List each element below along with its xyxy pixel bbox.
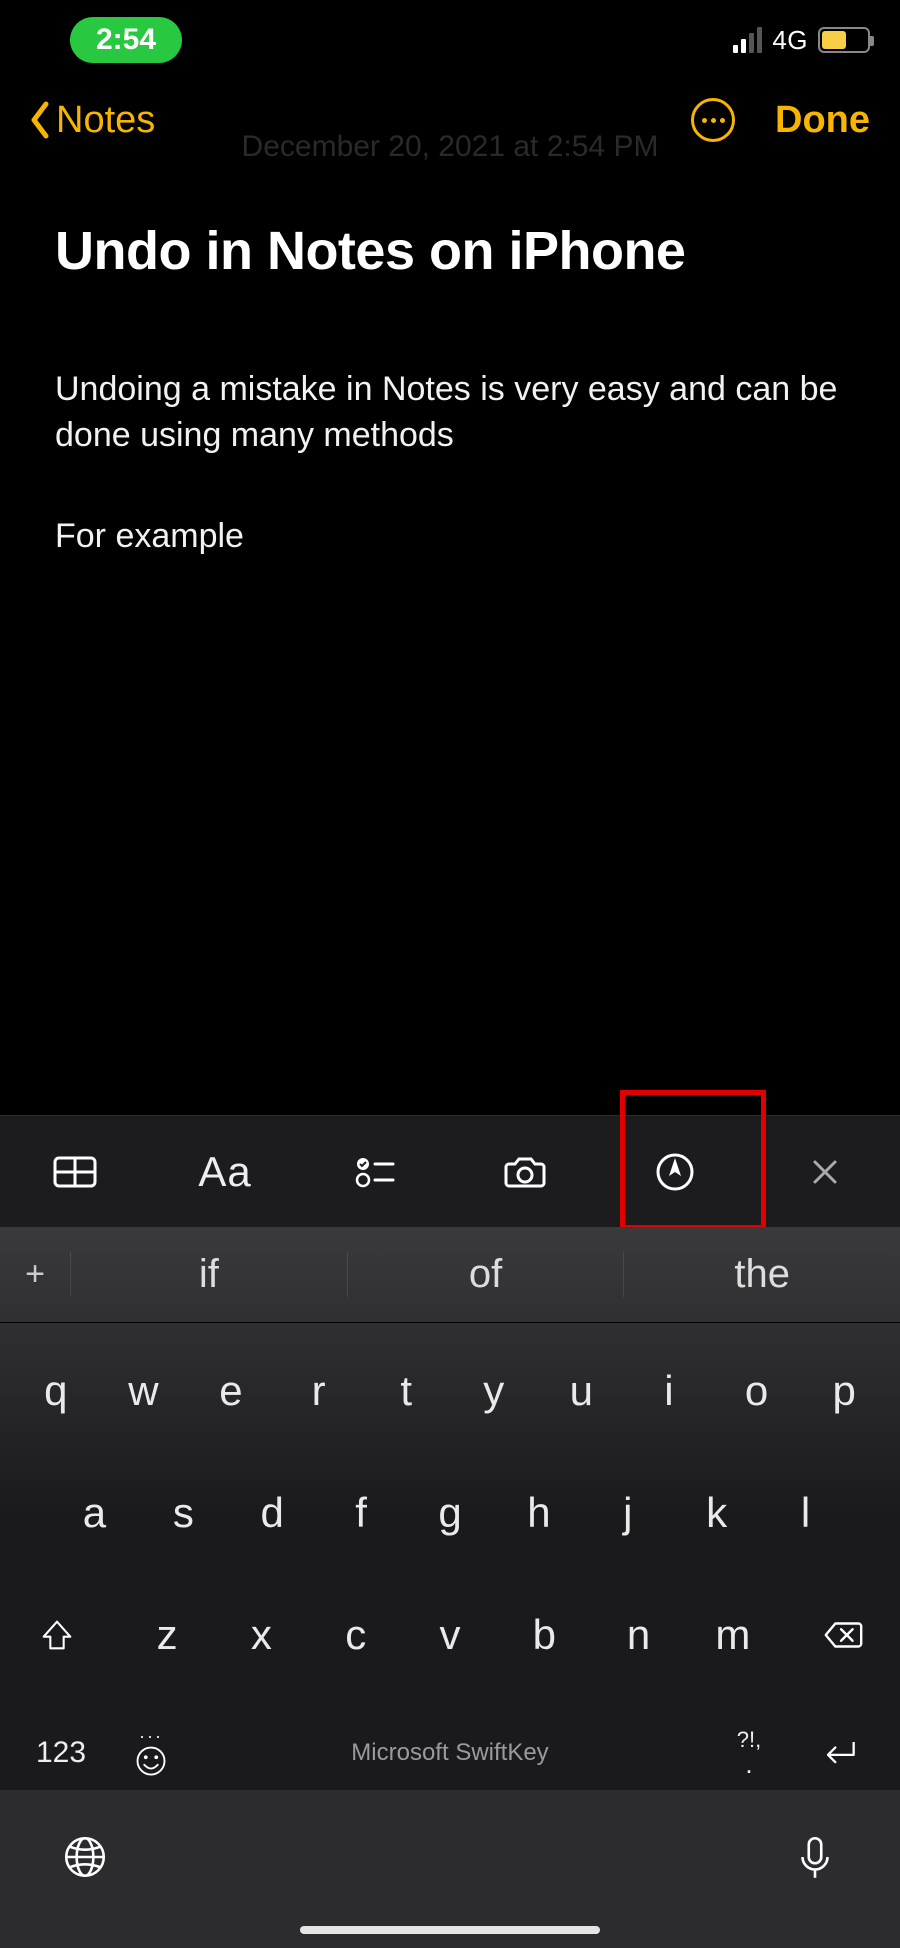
key-l[interactable]: l (761, 1463, 850, 1563)
keyboard: + if of the q w e r t y u i o p a s d (0, 1227, 900, 1948)
key-v[interactable]: v (403, 1585, 497, 1685)
key-h[interactable]: h (494, 1463, 583, 1563)
key-g[interactable]: g (406, 1463, 495, 1563)
chevron-left-icon (30, 100, 50, 140)
more-options-button[interactable] (691, 98, 735, 142)
key-q[interactable]: q (12, 1341, 100, 1441)
back-button[interactable]: Notes (30, 99, 155, 142)
suggestion-plus-button[interactable]: + (0, 1255, 70, 1294)
numbers-key[interactable]: 123 (16, 1736, 106, 1770)
backspace-icon (820, 1612, 866, 1658)
text-style-label: Aa (198, 1148, 251, 1196)
key-d[interactable]: d (228, 1463, 317, 1563)
microphone-icon (790, 1832, 840, 1882)
key-s[interactable]: s (139, 1463, 228, 1563)
time-pill[interactable]: 2:54 (70, 17, 182, 63)
close-toolbar-button[interactable] (750, 1116, 900, 1227)
key-row-1: q w e r t y u i o p (6, 1341, 894, 1441)
close-icon (801, 1148, 849, 1196)
note-paragraph-2[interactable]: For example (55, 514, 845, 560)
suggestion-3[interactable]: the (623, 1252, 900, 1297)
dictation-key[interactable] (790, 1832, 840, 1887)
key-c[interactable]: c (309, 1585, 403, 1685)
key-t[interactable]: t (362, 1341, 450, 1441)
note-editor[interactable]: Undo in Notes on iPhone Undoing a mistak… (0, 160, 900, 560)
battery-icon (818, 27, 870, 53)
shift-icon (37, 1615, 77, 1655)
key-row-2: a s d f g h j k l (6, 1463, 894, 1563)
text-style-button[interactable]: Aa (150, 1116, 300, 1227)
key-k[interactable]: k (672, 1463, 761, 1563)
table-button[interactable] (0, 1116, 150, 1227)
checklist-button[interactable] (300, 1116, 450, 1227)
key-row-3: z x c v b n m (6, 1585, 894, 1685)
note-title[interactable]: Undo in Notes on iPhone (55, 220, 845, 282)
note-datetime: December 20, 2021 at 2:54 PM (242, 130, 659, 164)
keyboard-brand-label[interactable]: Microsoft SwiftKey (196, 1739, 704, 1767)
suggestion-bar: + if of the (0, 1227, 900, 1323)
punctuation-key[interactable]: ?!, . (704, 1729, 794, 1777)
key-p[interactable]: p (800, 1341, 888, 1441)
table-icon (51, 1148, 99, 1196)
markup-button[interactable] (600, 1116, 750, 1227)
markup-pen-icon (651, 1148, 699, 1196)
key-u[interactable]: u (538, 1341, 626, 1441)
ellipsis-icon: ··· (139, 1727, 163, 1741)
key-i[interactable]: i (625, 1341, 713, 1441)
key-b[interactable]: b (497, 1585, 591, 1685)
done-button[interactable]: Done (775, 99, 870, 142)
checklist-icon (351, 1148, 399, 1196)
network-type-label: 4G (772, 25, 808, 56)
back-label: Notes (56, 99, 155, 142)
punct-symbols: ?!, (737, 1729, 761, 1751)
note-paragraph-1[interactable]: Undoing a mistake in Notes is very easy … (55, 367, 845, 459)
camera-icon (501, 1148, 549, 1196)
key-m[interactable]: m (686, 1585, 780, 1685)
emoji-key[interactable]: ··· (106, 1727, 196, 1779)
home-indicator[interactable] (300, 1926, 600, 1934)
key-w[interactable]: w (100, 1341, 188, 1441)
key-e[interactable]: e (187, 1341, 275, 1441)
cellular-signal-icon (733, 27, 762, 53)
keyboard-bottom-bar (0, 1790, 900, 1948)
note-toolbar: Aa (0, 1115, 900, 1227)
key-a[interactable]: a (50, 1463, 139, 1563)
punct-dot: . (745, 1751, 752, 1777)
globe-key[interactable] (60, 1832, 110, 1887)
suggestion-2[interactable]: of (347, 1252, 624, 1297)
navigation-bar: Notes December 20, 2021 at 2:54 PM Done (0, 80, 900, 160)
key-row-bottom: 123 ··· Microsoft SwiftKey ?!, . (6, 1707, 894, 1789)
key-n[interactable]: n (591, 1585, 685, 1685)
shift-key[interactable] (12, 1615, 102, 1655)
return-icon (817, 1731, 861, 1775)
key-j[interactable]: j (583, 1463, 672, 1563)
emoji-icon (133, 1743, 169, 1779)
suggestion-1[interactable]: if (70, 1252, 347, 1297)
key-x[interactable]: x (214, 1585, 308, 1685)
status-bar: 2:54 4G (0, 0, 900, 80)
return-key[interactable] (794, 1731, 884, 1775)
key-f[interactable]: f (317, 1463, 406, 1563)
backspace-key[interactable] (798, 1612, 888, 1658)
key-o[interactable]: o (713, 1341, 801, 1441)
key-r[interactable]: r (275, 1341, 363, 1441)
key-z[interactable]: z (120, 1585, 214, 1685)
key-y[interactable]: y (450, 1341, 538, 1441)
globe-icon (60, 1832, 110, 1882)
camera-button[interactable] (450, 1116, 600, 1227)
